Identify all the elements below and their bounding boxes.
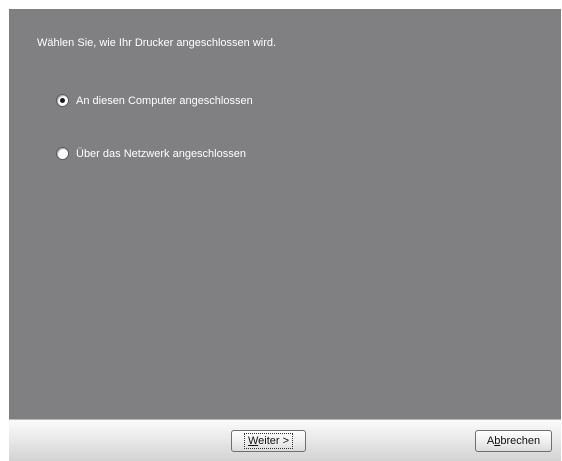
next-button[interactable]: Weiter > <box>231 430 306 452</box>
option-network[interactable]: Über das Netzwerk angeschlossen <box>56 147 246 160</box>
cancel-button-label: Abbrechen <box>486 435 541 447</box>
option-local-label[interactable]: An diesen Computer angeschlossen <box>76 95 253 107</box>
option-local-computer[interactable]: An diesen Computer angeschlossen <box>56 94 253 107</box>
radio-button-unselected[interactable] <box>56 147 69 160</box>
next-button-label: Weiter > <box>243 433 294 449</box>
radio-selected-dot <box>60 98 65 103</box>
content-panel: Wählen Sie, wie Ihr Drucker angeschlosse… <box>9 9 561 419</box>
instruction-text: Wählen Sie, wie Ihr Drucker angeschlosse… <box>37 37 277 49</box>
button-bar: Weiter > Abbrechen <box>9 419 561 461</box>
radio-button-selected[interactable] <box>56 94 69 107</box>
installer-window: Wählen Sie, wie Ihr Drucker angeschlosse… <box>0 0 562 461</box>
option-network-label[interactable]: Über das Netzwerk angeschlossen <box>76 148 246 160</box>
cancel-button[interactable]: Abbrechen <box>475 430 552 452</box>
